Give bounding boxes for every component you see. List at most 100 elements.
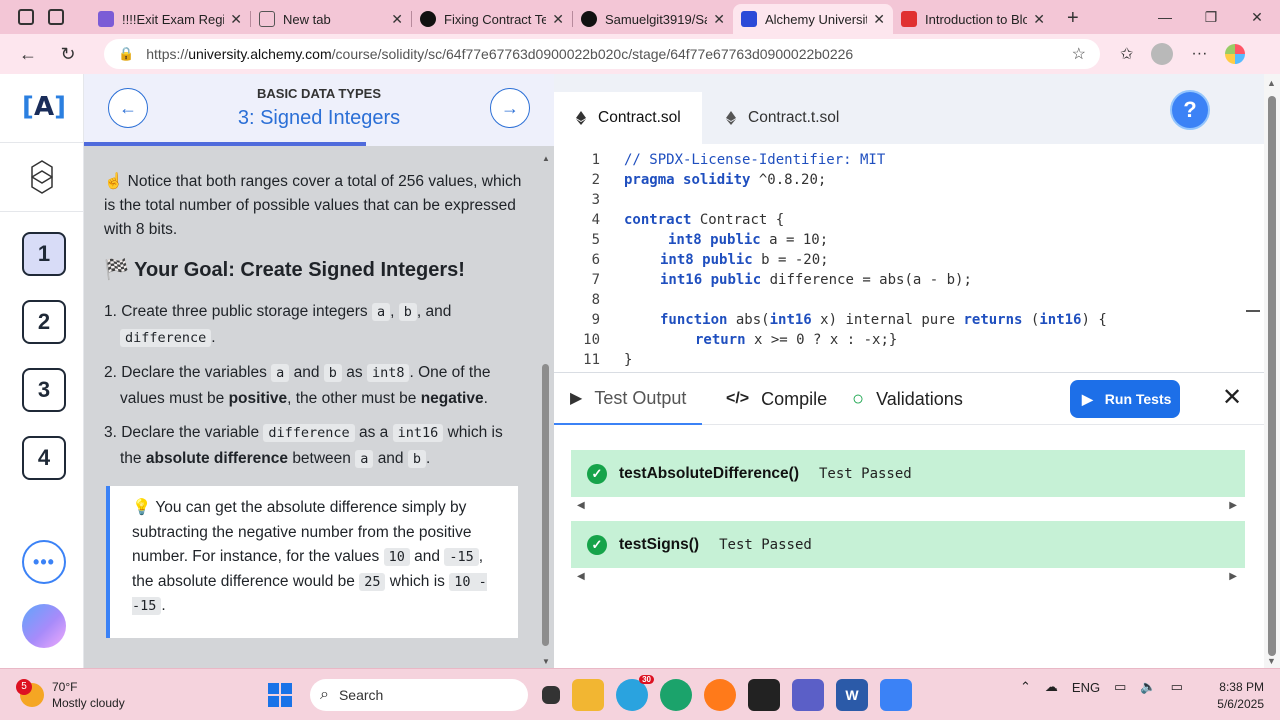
weather-widget[interactable]: 5 70°F Mostly cloudy (16, 679, 125, 711)
clock[interactable]: 8:38 PM 5/6/2025 (1208, 679, 1264, 713)
left-rail: [A] 1 2 3 4 ••• (0, 74, 84, 668)
volume-icon[interactable]: 🔈 (1140, 679, 1156, 695)
ethereum-icon (576, 111, 586, 125)
url-field[interactable]: 🔒 https://university.alchemy.com/course/… (104, 39, 1100, 69)
run-tests-button[interactable]: ▶ Run Tests (1070, 380, 1180, 418)
close-tab-icon[interactable]: ✕ (713, 11, 725, 28)
lesson-scrollbar[interactable]: ▲ ▼ (538, 146, 554, 668)
chevron-up-icon[interactable]: ⌃ (1020, 679, 1031, 695)
teams-icon[interactable] (792, 679, 824, 711)
taskbar-search[interactable]: ⌕ Search (310, 679, 528, 711)
user-avatar[interactable] (22, 604, 66, 648)
play-icon: ▶ (570, 390, 583, 407)
browser-tab[interactable]: Samuelgit3919/Sac ✕ (573, 4, 733, 34)
checkered-flag-icon: 🏁 (104, 259, 129, 281)
help-button[interactable]: ? (1170, 90, 1210, 130)
line-number: 5 (591, 232, 600, 248)
close-window-icon[interactable]: ✕ (1234, 9, 1280, 26)
test-result-row: ✓ testSigns() Test Passed (571, 521, 1245, 568)
code-line: function abs(int16 x) internal pure retu… (660, 312, 1107, 328)
task-view-icon[interactable] (542, 686, 560, 704)
telegram-icon[interactable]: 30 (616, 675, 654, 711)
stage-1-button[interactable]: 1 (22, 232, 66, 276)
figma-icon[interactable] (748, 679, 780, 711)
stage-3-button[interactable]: 3 (22, 368, 66, 412)
line-number: 1 (591, 152, 600, 168)
new-tab-icon[interactable]: + (1053, 7, 1093, 34)
profile-avatar[interactable] (1151, 43, 1174, 65)
lesson-title: 3: Signed Integers (237, 107, 401, 129)
word-icon[interactable]: W (836, 679, 868, 711)
browser-tab[interactable]: !!!!Exit Exam Regist ✕ (90, 4, 250, 34)
tab-title: Samuelgit3919/Sac (605, 11, 708, 27)
browser-tab[interactable]: Introduction to Blo ✕ (893, 4, 1053, 34)
cloud-icon[interactable]: ☁ (1045, 679, 1058, 695)
favorites-icon[interactable]: ✩ (1120, 44, 1133, 64)
list-item: 3. Declare the variable difference as a … (104, 424, 503, 468)
tab-title: Introduction to Blo (925, 11, 1028, 27)
newtab-favicon-icon (259, 11, 275, 27)
line-number: 3 (591, 192, 600, 208)
display-icon[interactable]: ▭ (1114, 679, 1126, 695)
tab-actions-icon[interactable] (48, 9, 64, 25)
list-item: 2. Declare the variables a and b as int8… (104, 364, 491, 407)
url-path: /course/solidity/sc/64f77e67763d0900022b… (331, 46, 854, 62)
browser-tab[interactable]: Fixing Contract Tes ✕ (412, 4, 572, 34)
check-circle-icon: ✓ (587, 463, 607, 484)
result-hscrollbar[interactable]: ◀ ▶ (571, 571, 1245, 585)
tab-compile[interactable]: </> Compile (726, 373, 827, 425)
tab-contract-test-sol[interactable]: Contract.t.sol (726, 92, 839, 144)
windows-start-icon[interactable] (264, 679, 296, 711)
close-tab-icon[interactable]: ✕ (1033, 11, 1045, 28)
code-line: int8 public b = -20; (660, 252, 829, 268)
refresh-icon[interactable]: ↻ (48, 44, 88, 65)
notepad-icon[interactable] (880, 679, 912, 711)
tab-test-output[interactable]: ▶ Test Output (554, 373, 703, 425)
code-line: // SPDX-License-Identifier: MIT (624, 152, 886, 168)
chatgpt-favicon-icon (420, 11, 436, 27)
more-button[interactable]: ••• (22, 540, 66, 584)
file-explorer-icon[interactable] (572, 679, 604, 711)
tab-validations[interactable]: ○ Validations (852, 373, 963, 425)
tab-contract-sol[interactable]: Contract.sol (554, 92, 702, 144)
lightbulb-icon: 💡 (132, 499, 152, 516)
intro-paragraph: ☝️ Notice that both ranges cover a total… (104, 173, 522, 238)
next-lesson-button[interactable]: → (490, 88, 530, 128)
browser-tab-bar: !!!!Exit Exam Regist ✕ New tab ✕ Fixing … (0, 0, 1280, 34)
system-tray: ⌃ ☁ ENG ▭ 🔈 ▭ (1020, 679, 1183, 695)
github-favicon-icon (581, 11, 597, 27)
edge-icon[interactable] (660, 679, 692, 711)
weather-sun-icon: 5 (16, 679, 44, 707)
check-circle-icon: ✓ (587, 534, 607, 555)
close-panel-icon[interactable]: ✕ (1222, 383, 1242, 412)
close-tab-icon[interactable]: ✕ (552, 11, 564, 28)
more-menu-icon[interactable]: ··· (1191, 45, 1207, 63)
language-indicator[interactable]: ENG (1072, 680, 1100, 695)
lesson-body: ☝️ Notice that both ranges cover a total… (84, 146, 538, 668)
course-hex-icon[interactable] (30, 160, 54, 194)
copilot-icon[interactable] (1225, 44, 1246, 64)
browser-tab[interactable]: New tab ✕ (251, 4, 411, 34)
code-editor[interactable]: 1 2 3 4 5 6 7 8 9 10 11 // SPDX-License-… (554, 144, 1264, 414)
minimize-icon[interactable]: — (1142, 9, 1188, 25)
stage-4-button[interactable]: 4 (22, 436, 66, 480)
goal-heading: 🏁 Your Goal: Create Signed Integers! (104, 259, 465, 281)
editor-tabs: Contract.sol Contract.t.sol ? (554, 74, 1264, 144)
code-line: int8 public a = 10; (668, 232, 829, 248)
back-icon[interactable]: ← (8, 44, 48, 65)
minimap-marker (1246, 310, 1260, 312)
browser-tab-active[interactable]: Alchemy University ✕ (733, 4, 893, 34)
tip-box: 💡 You can get the absolute difference si… (106, 486, 518, 638)
close-tab-icon[interactable]: ✕ (391, 11, 403, 28)
stage-2-button[interactable]: 2 (22, 300, 66, 344)
favorite-star-icon[interactable]: ☆ (1072, 44, 1086, 64)
alchemy-logo[interactable]: [A] (22, 92, 66, 124)
restore-icon[interactable]: ❐ (1188, 9, 1234, 26)
battery-icon[interactable]: ▭ (1171, 679, 1183, 695)
page-scrollbar[interactable]: ▲ ▼ (1264, 74, 1280, 668)
result-hscrollbar[interactable]: ◀ ▶ (571, 500, 1245, 514)
close-tab-icon[interactable]: ✕ (873, 11, 885, 28)
firefox-icon[interactable] (704, 679, 736, 711)
workspaces-icon[interactable] (18, 9, 34, 25)
close-tab-icon[interactable]: ✕ (230, 11, 242, 28)
